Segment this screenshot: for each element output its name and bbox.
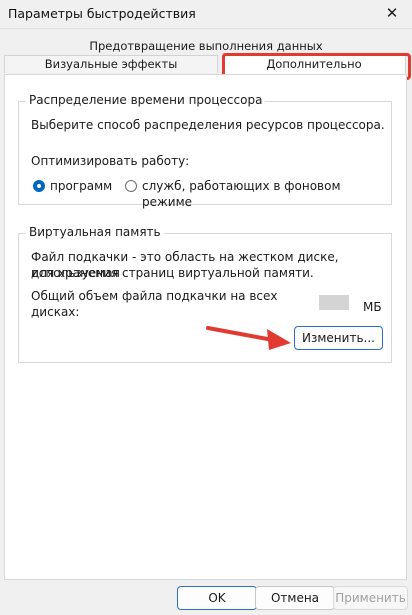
window-title: Параметры быстродействия (8, 6, 196, 21)
cancel-button[interactable]: Отмена (255, 586, 335, 610)
radio-programs[interactable] (33, 180, 45, 192)
paging-size-value-redacted (319, 295, 349, 310)
change-virtual-memory-button[interactable]: Изменить... (294, 326, 383, 350)
apply-button[interactable]: Применить (333, 586, 408, 610)
processor-scheduling-title: Распределение времени процессора (26, 93, 266, 107)
tab-visual-effects[interactable]: Визуальные эффекты (4, 55, 218, 73)
title-divider (0, 28, 412, 29)
tab-advanced[interactable]: Дополнительно (222, 53, 406, 75)
title-bar: Параметры быстродействия ✕ (0, 0, 412, 28)
total-paging-label-line1: Общий объем файла подкачки на всех (31, 289, 278, 303)
virtual-memory-title: Виртуальная память (26, 225, 164, 239)
optimize-label: Оптимизировать работу: (31, 154, 190, 168)
total-paging-label-line2: дисках: (31, 305, 80, 319)
radio-background-services[interactable] (125, 180, 137, 192)
ok-button[interactable]: OK (177, 586, 257, 610)
processor-scheduling-group: Распределение времени процессора Выберит… (18, 93, 392, 209)
close-icon[interactable]: ✕ (380, 2, 404, 24)
processor-description: Выберите способ распределения ресурсов п… (31, 118, 385, 132)
radio-programs-label[interactable]: программ (50, 178, 112, 194)
paging-size-unit: МБ (363, 300, 382, 314)
radio-background-services-label[interactable]: служб, работающих в фоновом режиме (142, 178, 391, 210)
virtual-memory-description-line2: для хранения страниц виртуальной памяти. (31, 266, 314, 280)
arrow-annotation-icon (206, 326, 291, 350)
tab-data-execution-prevention[interactable]: Предотвращение выполнения данных (4, 38, 408, 54)
